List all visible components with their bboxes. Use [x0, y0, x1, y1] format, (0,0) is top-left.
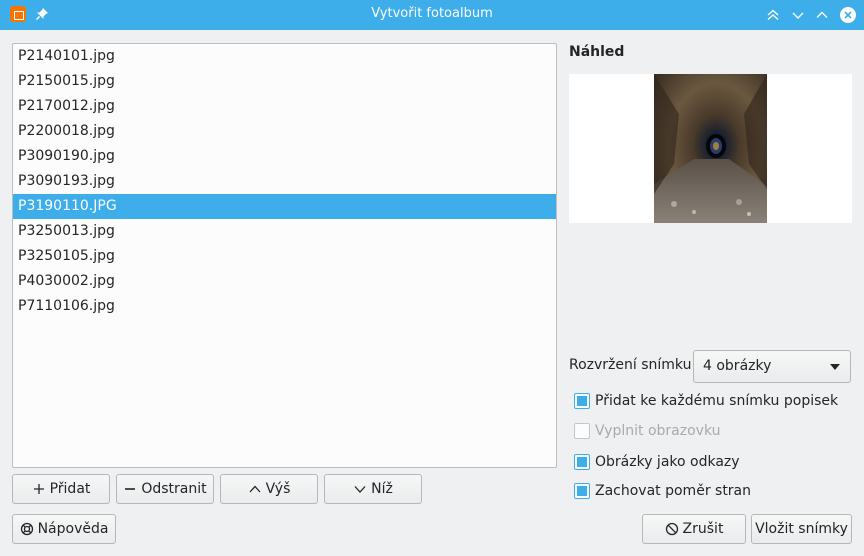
aspect-ratio-checkbox-box[interactable] [574, 483, 590, 499]
cancel-button[interactable]: Zrušit [642, 514, 746, 544]
layout-label: Rozvržení snímku: [569, 357, 697, 373]
cancel-icon [665, 522, 679, 536]
file-list-item[interactable]: P2170012.jpg [13, 94, 556, 119]
file-list-item[interactable]: P2200018.jpg [13, 119, 556, 144]
file-list-item[interactable]: P3190110.JPG [13, 194, 556, 219]
move-down-button-label: Níž [371, 481, 393, 497]
window-title: Vytvořit fotoalbum [371, 6, 493, 21]
cancel-button-label: Zrušit [682, 521, 724, 537]
add-button[interactable]: Přidat [12, 474, 110, 504]
add-button-label: Přidat [49, 481, 91, 497]
minimize-icon[interactable] [788, 5, 808, 25]
file-list-item[interactable]: P3090193.jpg [13, 169, 556, 194]
file-list-item[interactable]: P3090190.jpg [13, 144, 556, 169]
links-checkbox[interactable]: Obrázky jako odkazy [574, 452, 740, 472]
move-up-button[interactable]: Výš [220, 474, 318, 504]
close-icon[interactable] [838, 5, 858, 25]
preview-panel [569, 74, 852, 223]
aspect-ratio-checkbox-label: Zachovat poměr stran [595, 483, 752, 499]
chevron-down-icon [353, 482, 367, 496]
preview-image [654, 74, 767, 223]
preview-title: Náhled [569, 44, 625, 60]
insert-slides-button-label: Vložit snímky [755, 521, 848, 537]
file-list-item[interactable]: P3250105.jpg [13, 244, 556, 269]
insert-slides-button[interactable]: Vložit snímky [751, 514, 852, 544]
maximize-icon[interactable] [812, 5, 832, 25]
file-list-item[interactable]: P2150015.jpg [13, 69, 556, 94]
dropdown-arrow-icon [830, 364, 840, 370]
plus-icon [32, 482, 46, 496]
layout-select-value: 4 obrázky [703, 358, 772, 374]
fill-screen-checkbox-label: Vyplnit obrazovku [595, 423, 721, 439]
links-checkbox-label: Obrázky jako odkazy [595, 454, 740, 470]
minus-icon [123, 482, 137, 496]
file-list-item[interactable]: P2140101.jpg [13, 44, 556, 69]
remove-button-label: Odstranit [141, 481, 207, 497]
file-list-item[interactable]: P4030002.jpg [13, 269, 556, 294]
file-list-item[interactable]: P7110106.jpg [13, 294, 556, 319]
help-button[interactable]: Nápověda [12, 514, 116, 544]
help-button-label: Nápověda [37, 521, 109, 537]
caption-checkbox-box[interactable] [574, 393, 590, 409]
keep-above-icon[interactable] [763, 5, 783, 25]
fill-screen-checkbox: Vyplnit obrazovku [574, 421, 721, 441]
links-checkbox-box[interactable] [574, 454, 590, 470]
caption-checkbox-label: Přidat ke každému snímku popisek [595, 393, 839, 409]
chevron-up-icon [248, 482, 262, 496]
aspect-ratio-checkbox[interactable]: Zachovat poměr stran [574, 481, 751, 501]
title-bar: Vytvořit fotoalbum [0, 0, 864, 30]
fill-screen-checkbox-box [574, 423, 590, 439]
caption-checkbox[interactable]: Přidat ke každému snímku popisek [574, 391, 838, 411]
file-list-item[interactable]: P3250013.jpg [13, 219, 556, 244]
layout-select[interactable]: 4 obrázky [693, 350, 851, 383]
remove-button[interactable]: Odstranit [116, 474, 214, 504]
move-down-button[interactable]: Níž [324, 474, 422, 504]
help-lifebuoy-icon [20, 522, 34, 536]
move-up-button-label: Výš [265, 481, 291, 497]
file-list[interactable]: P2140101.jpg P2150015.jpg P2170012.jpg P220… [12, 43, 557, 468]
